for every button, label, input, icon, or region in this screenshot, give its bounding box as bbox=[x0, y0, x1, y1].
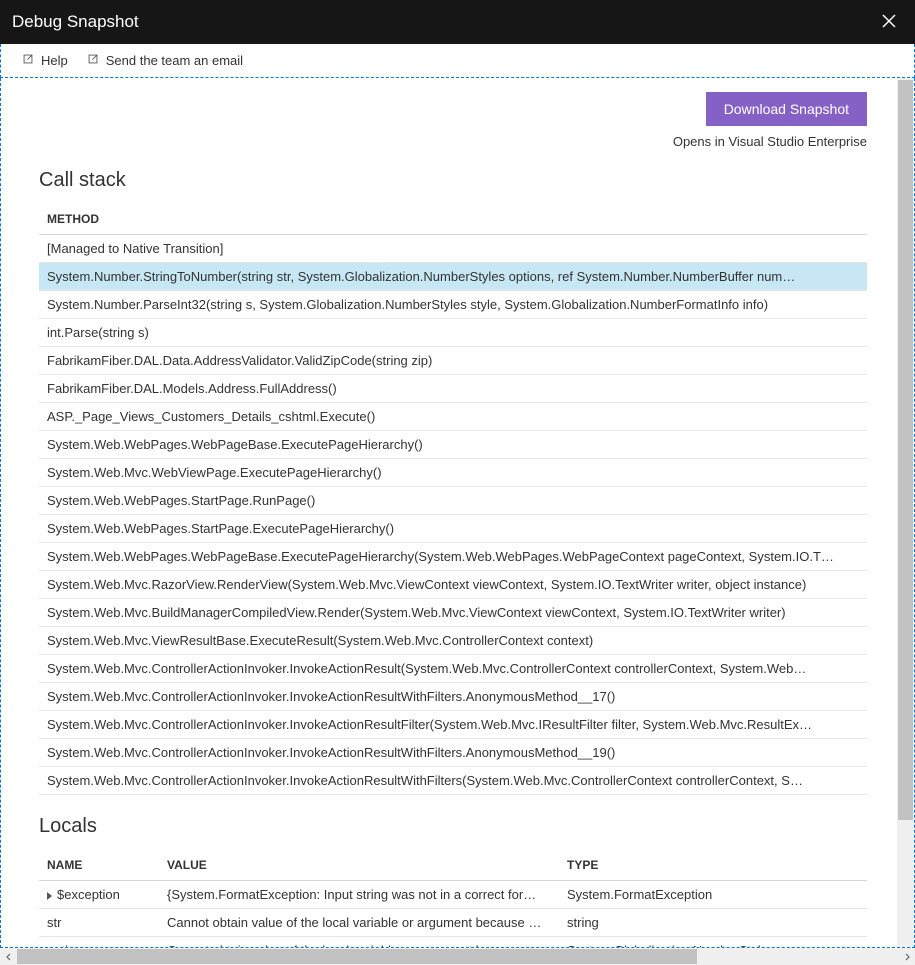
locals-value: Cannot obtain value of the local variabl… bbox=[159, 937, 559, 948]
toolbar: Help Send the team an email bbox=[0, 44, 915, 78]
callstack-method: System.Number.StringToNumber(string str,… bbox=[39, 263, 867, 291]
vertical-scrollbar-thumb[interactable] bbox=[898, 80, 913, 820]
callstack-row[interactable]: int.Parse(string s) bbox=[39, 319, 867, 347]
locals-type: System.Globalization.NumberStyles bbox=[559, 937, 867, 948]
callstack-row[interactable]: System.Web.Mvc.ControllerActionInvoker.I… bbox=[39, 711, 867, 739]
help-link[interactable]: Help bbox=[21, 52, 68, 69]
callstack-method: System.Web.Mvc.ControllerActionInvoker.I… bbox=[39, 683, 867, 711]
locals-type: System.FormatException bbox=[559, 881, 867, 909]
chevron-right-icon bbox=[903, 953, 911, 961]
send-email-label: Send the team an email bbox=[106, 53, 243, 68]
locals-name: $exception bbox=[39, 881, 159, 909]
callstack-method: System.Web.WebPages.StartPage.RunPage() bbox=[39, 487, 867, 515]
locals-row[interactable]: strCannot obtain value of the local vari… bbox=[39, 909, 867, 937]
content-area: Download Snapshot Opens in Visual Studio… bbox=[0, 78, 915, 948]
callstack-method: System.Web.WebPages.WebPageBase.ExecuteP… bbox=[39, 431, 867, 459]
window-title: Debug Snapshot bbox=[12, 12, 139, 32]
callstack-table: METHOD [Managed to Native Transition]Sys… bbox=[39, 204, 867, 795]
callstack-method: System.Number.ParseInt32(string s, Syste… bbox=[39, 291, 867, 319]
expand-caret-icon[interactable] bbox=[47, 892, 52, 900]
window-header: Debug Snapshot bbox=[0, 0, 915, 44]
callstack-row[interactable]: System.Web.Mvc.BuildManagerCompiledView.… bbox=[39, 599, 867, 627]
locals-name: options bbox=[39, 937, 159, 948]
locals-row[interactable]: optionsCannot obtain value of the local … bbox=[39, 937, 867, 948]
callstack-method: System.Web.Mvc.BuildManagerCompiledView.… bbox=[39, 599, 867, 627]
external-link-icon bbox=[86, 52, 100, 69]
scroll-area: Download Snapshot Opens in Visual Studio… bbox=[1, 78, 897, 947]
callstack-row[interactable]: System.Web.WebPages.WebPageBase.ExecuteP… bbox=[39, 431, 867, 459]
locals-section: Locals NAME VALUE TYPE $exception{System… bbox=[39, 815, 867, 947]
scroll-right-button[interactable] bbox=[898, 948, 915, 965]
locals-table: NAME VALUE TYPE $exception{System.Format… bbox=[39, 850, 867, 947]
locals-name: str bbox=[39, 909, 159, 937]
locals-type: string bbox=[559, 909, 867, 937]
close-icon bbox=[881, 13, 897, 29]
callstack-method: System.Web.WebPages.WebPageBase.ExecuteP… bbox=[39, 543, 867, 571]
callstack-method: System.Web.Mvc.ViewResultBase.ExecuteRes… bbox=[39, 627, 867, 655]
locals-value: {System.FormatException: Input string wa… bbox=[159, 881, 559, 909]
locals-row[interactable]: $exception{System.FormatException: Input… bbox=[39, 881, 867, 909]
callstack-row[interactable]: System.Web.Mvc.ControllerActionInvoker.I… bbox=[39, 767, 867, 795]
callstack-row[interactable]: System.Web.Mvc.ControllerActionInvoker.I… bbox=[39, 739, 867, 767]
callstack-row[interactable]: System.Web.Mvc.ViewResultBase.ExecuteRes… bbox=[39, 627, 867, 655]
horizontal-scrollbar-thumb[interactable] bbox=[17, 949, 697, 964]
callstack-method: System.Web.Mvc.ControllerActionInvoker.I… bbox=[39, 655, 867, 683]
callstack-method: FabrikamFiber.DAL.Models.Address.FullAdd… bbox=[39, 375, 867, 403]
callstack-row[interactable]: System.Number.ParseInt32(string s, Syste… bbox=[39, 291, 867, 319]
locals-header-value[interactable]: VALUE bbox=[159, 850, 559, 881]
callstack-method: FabrikamFiber.DAL.Data.AddressValidator.… bbox=[39, 347, 867, 375]
vertical-scrollbar[interactable] bbox=[897, 78, 914, 947]
callstack-method: System.Web.WebPages.StartPage.ExecutePag… bbox=[39, 515, 867, 543]
callstack-title: Call stack bbox=[39, 169, 867, 192]
chevron-left-icon bbox=[5, 953, 13, 961]
scroll-left-button[interactable] bbox=[0, 948, 17, 965]
callstack-row[interactable]: System.Web.WebPages.WebPageBase.ExecuteP… bbox=[39, 543, 867, 571]
locals-title: Locals bbox=[39, 815, 867, 838]
send-email-link[interactable]: Send the team an email bbox=[86, 52, 243, 69]
callstack-row[interactable]: System.Web.WebPages.StartPage.ExecutePag… bbox=[39, 515, 867, 543]
help-label: Help bbox=[41, 53, 68, 68]
locals-header-name[interactable]: NAME bbox=[39, 850, 159, 881]
callstack-row[interactable]: FabrikamFiber.DAL.Models.Address.FullAdd… bbox=[39, 375, 867, 403]
external-link-icon bbox=[21, 52, 35, 69]
callstack-row[interactable]: FabrikamFiber.DAL.Data.AddressValidator.… bbox=[39, 347, 867, 375]
callstack-header-method[interactable]: METHOD bbox=[39, 204, 867, 235]
horizontal-scrollbar[interactable] bbox=[0, 948, 915, 965]
top-actions: Download Snapshot Opens in Visual Studio… bbox=[39, 92, 867, 149]
callstack-method: [Managed to Native Transition] bbox=[39, 235, 867, 263]
callstack-row[interactable]: System.Number.StringToNumber(string str,… bbox=[39, 263, 867, 291]
callstack-method: ASP._Page_Views_Customers_Details_cshtml… bbox=[39, 403, 867, 431]
callstack-row[interactable]: System.Web.Mvc.ControllerActionInvoker.I… bbox=[39, 655, 867, 683]
callstack-method: System.Web.Mvc.RazorView.RenderView(Syst… bbox=[39, 571, 867, 599]
callstack-method: System.Web.Mvc.ControllerActionInvoker.I… bbox=[39, 767, 867, 795]
callstack-row[interactable]: [Managed to Native Transition] bbox=[39, 235, 867, 263]
callstack-method: System.Web.Mvc.ControllerActionInvoker.I… bbox=[39, 739, 867, 767]
callstack-row[interactable]: System.Web.Mvc.RazorView.RenderView(Syst… bbox=[39, 571, 867, 599]
callstack-method: System.Web.Mvc.ControllerActionInvoker.I… bbox=[39, 711, 867, 739]
download-hint: Opens in Visual Studio Enterprise bbox=[673, 134, 867, 149]
locals-header-type[interactable]: TYPE bbox=[559, 850, 867, 881]
callstack-row[interactable]: System.Web.WebPages.StartPage.RunPage() bbox=[39, 487, 867, 515]
download-snapshot-button[interactable]: Download Snapshot bbox=[706, 92, 867, 126]
close-button[interactable] bbox=[875, 9, 903, 35]
callstack-method: int.Parse(string s) bbox=[39, 319, 867, 347]
locals-value: Cannot obtain value of the local variabl… bbox=[159, 909, 559, 937]
callstack-row[interactable]: System.Web.Mvc.ControllerActionInvoker.I… bbox=[39, 683, 867, 711]
callstack-method: System.Web.Mvc.WebViewPage.ExecutePageHi… bbox=[39, 459, 867, 487]
callstack-row[interactable]: System.Web.Mvc.WebViewPage.ExecutePageHi… bbox=[39, 459, 867, 487]
callstack-row[interactable]: ASP._Page_Views_Customers_Details_cshtml… bbox=[39, 403, 867, 431]
